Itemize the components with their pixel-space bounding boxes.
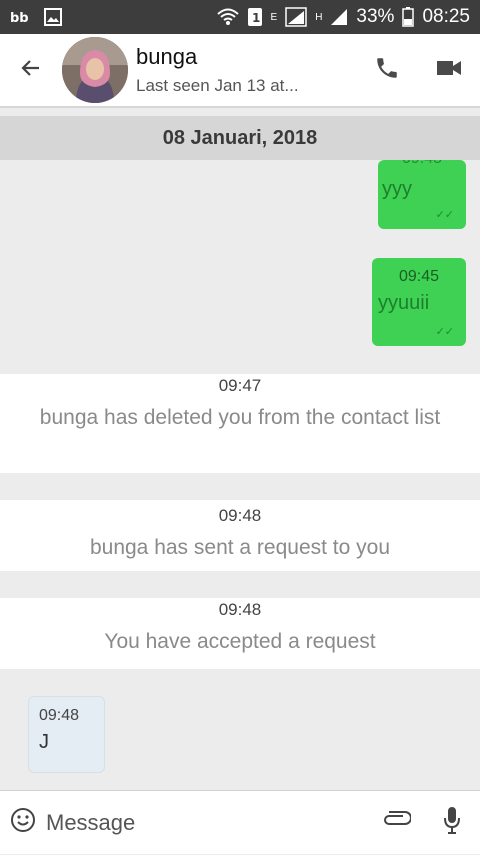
read-receipt-icon: ✓✓ — [435, 326, 454, 338]
avatar[interactable] — [62, 37, 128, 103]
emoji-button[interactable] — [0, 791, 46, 855]
mic-button[interactable] — [424, 791, 480, 855]
chat-header: bunga Last seen Jan 13 at... — [0, 34, 480, 108]
svg-text:1: 1 — [252, 11, 260, 25]
wifi-icon — [216, 7, 239, 27]
clock: 08:25 — [422, 6, 470, 27]
battery-percent: 33% — [356, 6, 395, 27]
incoming-message-bubble[interactable]: 09:48 J — [28, 696, 105, 773]
battery-icon — [402, 7, 415, 27]
sim-icon: 1 — [247, 7, 263, 27]
system-message-text: bunga has sent a request to you — [89, 536, 391, 559]
gallery-icon — [44, 8, 62, 26]
attach-icon — [381, 810, 412, 835]
phone-icon — [374, 55, 400, 86]
message-text: J — [39, 731, 49, 753]
system-message-text: You have accepted a request — [104, 630, 376, 653]
voice-call-button[interactable] — [356, 33, 418, 107]
bb-icon: bb — [10, 9, 32, 25]
svg-text:bb: bb — [10, 11, 29, 25]
last-seen-status: Last seen Jan 13 at... — [136, 76, 299, 95]
message-time: 09:45 — [398, 268, 440, 285]
message-composer — [0, 790, 480, 854]
system-message-time: 09:48 — [218, 600, 262, 619]
attach-button[interactable] — [368, 791, 424, 855]
system-message-text: bunga has deleted you from the contact l… — [39, 406, 441, 429]
network-e-label: E — [270, 12, 278, 23]
status-bar: bb 1 E H 33% 08:25 — [0, 0, 480, 34]
message-time: 09:48 — [39, 707, 80, 724]
date-banner-overlay: 08 Januari, 2018 — [0, 116, 480, 160]
video-call-button[interactable] — [418, 33, 480, 107]
system-message: 09:48 You have accepted a request — [0, 598, 480, 669]
video-icon — [435, 57, 463, 84]
system-message-time: 09:48 — [218, 506, 262, 525]
system-message: 09:47 bunga has deleted you from the con… — [0, 374, 480, 473]
emoji-icon — [10, 807, 36, 838]
contact-info[interactable]: bunga Last seen Jan 13 at... — [136, 44, 299, 96]
read-receipt-icon: ✓✓ — [435, 209, 454, 221]
network-h-label: H — [315, 12, 323, 23]
signal-icon — [285, 7, 307, 27]
back-arrow-icon — [19, 56, 43, 85]
message-input[interactable] — [46, 802, 368, 843]
contact-name: bunga — [136, 44, 198, 69]
back-button[interactable] — [0, 33, 62, 107]
message-text: yyuuii — [378, 292, 430, 314]
message-text: yyy — [382, 178, 412, 200]
system-message-time: 09:47 — [218, 376, 262, 395]
mic-icon — [442, 805, 462, 840]
system-message: 09:48 bunga has sent a request to you — [0, 500, 480, 571]
signal-strength-icon — [330, 8, 348, 26]
outgoing-message-bubble[interactable]: 09:45 yyuuii ✓✓ — [372, 258, 466, 346]
outgoing-message-bubble[interactable]: 09:45 yyy ✓✓ — [378, 150, 466, 229]
